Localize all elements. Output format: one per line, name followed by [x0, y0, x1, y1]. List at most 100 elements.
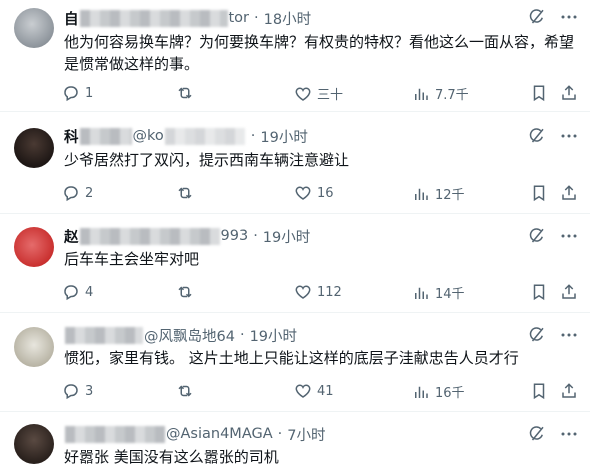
retweet-button[interactable] — [176, 382, 199, 400]
share-button[interactable] — [560, 184, 578, 202]
handle[interactable]: @风飘岛地64 — [144, 325, 235, 346]
handle[interactable]: @Asian4MAGA — [166, 426, 273, 442]
grok-icon[interactable] — [528, 127, 546, 145]
display-name[interactable]: 赵 — [64, 226, 79, 247]
view-count: 16千 — [435, 386, 465, 401]
display-name[interactable]: 自 — [64, 8, 79, 29]
timestamp[interactable]: 19小时 — [260, 126, 307, 147]
tweet-text: 少爷居然打了双闪，提示西南车辆注意避让 — [64, 151, 350, 169]
tweet-2[interactable]: 科 @ko · 19小时 少爷居然打了双闪，提示西南车辆注意避让 2 16 12… — [0, 112, 590, 214]
bookmark-icon — [530, 283, 548, 301]
tweet-header: 科 @ko · 19小时 — [64, 125, 308, 147]
retweet-button[interactable] — [176, 184, 199, 202]
view-count: 7.7千 — [435, 88, 469, 103]
like-count: 41 — [317, 383, 334, 399]
handle[interactable]: @ko — [133, 128, 164, 144]
display-name[interactable]: 科 — [64, 126, 79, 147]
tweet-header: 赵 993 · 19小时 — [64, 225, 310, 247]
grok-icon[interactable] — [528, 326, 546, 344]
reply-button[interactable]: 1 — [62, 84, 93, 102]
retweet-button[interactable] — [176, 84, 199, 102]
action-bar: 2 16 12千 — [58, 184, 578, 204]
like-button[interactable]: 41 — [294, 382, 334, 400]
views-icon — [412, 284, 430, 302]
views-button[interactable]: 14千 — [412, 283, 465, 302]
views-icon — [412, 85, 430, 103]
separator-dot: · — [253, 228, 258, 244]
views-icon — [412, 383, 430, 401]
share-icon — [560, 283, 578, 301]
timestamp[interactable]: 19小时 — [250, 325, 297, 346]
views-icon — [412, 185, 430, 203]
tweet-4[interactable]: @风飘岛地64 · 19小时 惯犯，家里有钱。 这片土地上只能让这样的底层子洼献… — [0, 313, 590, 412]
bookmark-button[interactable] — [530, 283, 548, 301]
grok-icon[interactable] — [528, 227, 546, 245]
reply-count: 2 — [85, 185, 94, 201]
share-button[interactable] — [560, 382, 578, 400]
more-options-icon[interactable] — [560, 8, 578, 26]
more-options-icon[interactable] — [560, 127, 578, 145]
like-button[interactable]: 16 — [294, 184, 334, 202]
view-count: 12千 — [435, 188, 465, 203]
reply-button[interactable]: 2 — [62, 184, 93, 202]
reply-button[interactable]: 4 — [62, 283, 93, 301]
reply-count: 4 — [85, 284, 94, 300]
tweet-3[interactable]: 赵 993 · 19小时 后车车主会坐牢对吧 4 112 14千 — [0, 214, 590, 313]
tweet-1[interactable]: 自 tor · 18小时 他为何容易换车牌？为何要换车牌？有权贵的特权？看他这么… — [0, 0, 590, 112]
heart-icon — [294, 85, 312, 103]
views-button[interactable]: 7.7千 — [412, 84, 469, 103]
separator-dot: · — [254, 10, 259, 26]
avatar[interactable] — [14, 128, 54, 168]
like-button[interactable]: 三十 — [294, 84, 343, 103]
share-button[interactable] — [560, 84, 578, 102]
avatar[interactable] — [14, 227, 54, 267]
avatar[interactable] — [14, 424, 54, 464]
redacted-handle — [164, 127, 245, 145]
like-button[interactable]: 112 — [294, 283, 342, 301]
avatar[interactable] — [14, 8, 54, 48]
bookmark-icon — [530, 382, 548, 400]
reply-count: 3 — [85, 383, 94, 399]
bookmark-button[interactable] — [530, 382, 548, 400]
reply-count: 1 — [85, 85, 94, 101]
more-options-icon[interactable] — [560, 326, 578, 344]
share-icon — [560, 84, 578, 102]
retweet-icon — [176, 84, 194, 102]
bookmark-button[interactable] — [530, 184, 548, 202]
timestamp[interactable]: 7小时 — [287, 424, 325, 445]
action-bar: 4 112 14千 — [58, 283, 578, 303]
like-count: 三十 — [317, 88, 344, 103]
tweet-text: 好嚣张 美国没有这么嚣张的司机 — [64, 448, 279, 466]
more-options-icon[interactable] — [560, 227, 578, 245]
redacted-name — [79, 127, 132, 145]
tweet-header: @Asian4MAGA · 7小时 — [64, 423, 325, 445]
share-button[interactable] — [560, 283, 578, 301]
grok-icon[interactable] — [528, 425, 546, 443]
retweet-icon — [176, 184, 194, 202]
handle[interactable]: 993 — [221, 228, 249, 244]
view-count: 14千 — [435, 287, 465, 302]
handle[interactable]: tor — [229, 10, 250, 26]
retweet-button[interactable] — [176, 283, 199, 301]
redacted-name — [79, 227, 220, 245]
views-button[interactable]: 12千 — [412, 184, 465, 203]
avatar[interactable] — [14, 327, 54, 367]
redacted-name — [65, 425, 165, 443]
bookmark-icon — [530, 84, 548, 102]
reply-button[interactable]: 3 — [62, 382, 93, 400]
tweet-5[interactable]: @Asian4MAGA · 7小时 好嚣张 美国没有这么嚣张的司机 — [0, 412, 590, 474]
heart-icon — [294, 283, 312, 301]
action-bar: 1 三十 7.7千 — [58, 84, 578, 104]
grok-icon[interactable] — [528, 8, 546, 26]
views-button[interactable]: 16千 — [412, 382, 465, 401]
separator-dot: · — [277, 426, 283, 442]
like-count: 112 — [317, 284, 342, 300]
retweet-icon — [176, 283, 194, 301]
bookmark-button[interactable] — [530, 84, 548, 102]
timestamp[interactable]: 19小时 — [263, 226, 310, 247]
timestamp[interactable]: 18小时 — [264, 8, 311, 29]
more-options-icon[interactable] — [560, 425, 578, 443]
share-icon — [560, 382, 578, 400]
tweet-header: @风飘岛地64 · 19小时 — [64, 324, 297, 346]
action-bar: 3 41 16千 — [58, 382, 578, 402]
